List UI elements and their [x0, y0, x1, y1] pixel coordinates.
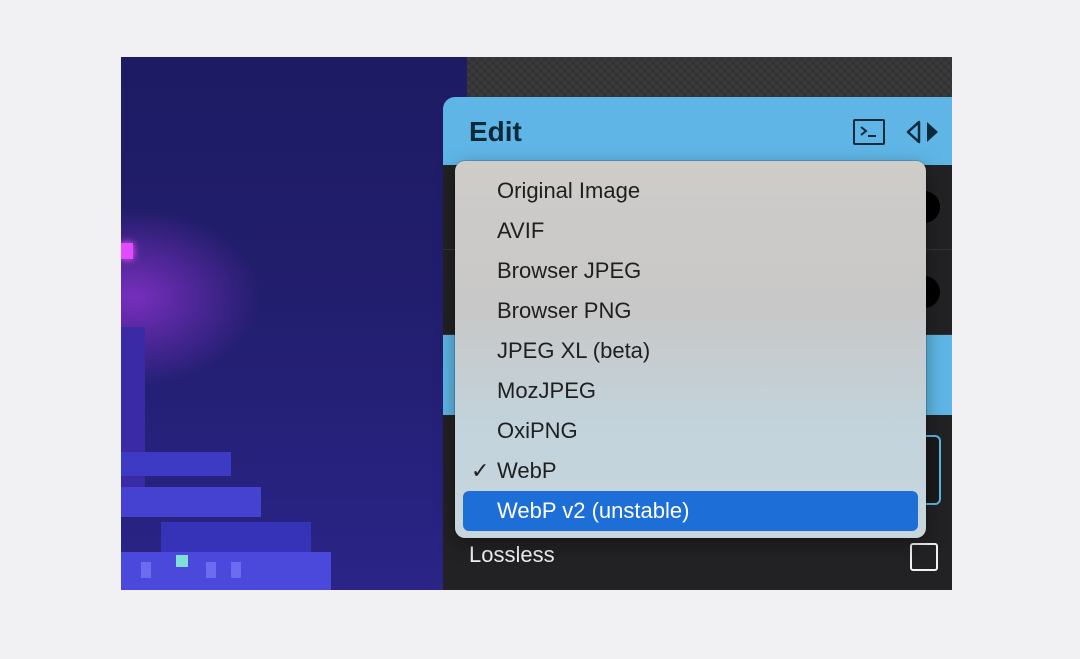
menu-item-label: WebP v2 (unstable)	[497, 498, 690, 523]
menu-item-label: MozJPEG	[497, 378, 597, 403]
checkmark-icon: ✓	[471, 458, 490, 483]
voxel-figure	[176, 555, 188, 567]
compare-arrows-icon[interactable]	[905, 119, 941, 145]
menu-item-label: AVIF	[497, 218, 545, 243]
format-dropdown-menu: Original Image AVIF Browser JPEG Browser…	[455, 161, 926, 538]
menu-item-browser-jpeg[interactable]: Browser JPEG	[463, 251, 918, 291]
voxel-ledge	[121, 452, 231, 476]
menu-item-label: WebP	[497, 458, 557, 483]
voxel-tile	[141, 562, 151, 578]
menu-item-label: Original Image	[497, 178, 641, 203]
menu-item-label: Browser JPEG	[497, 258, 642, 283]
panel-title: Edit	[469, 116, 522, 147]
lossless-checkbox[interactable]	[910, 543, 938, 571]
menu-item-original-image[interactable]: Original Image	[463, 171, 918, 211]
menu-item-webp[interactable]: ✓ WebP	[463, 451, 918, 491]
image-preview[interactable]	[121, 57, 467, 590]
menu-item-avif[interactable]: AVIF	[463, 211, 918, 251]
menu-item-oxipng[interactable]: OxiPNG	[463, 411, 918, 451]
menu-item-browser-png[interactable]: Browser PNG	[463, 291, 918, 331]
menu-item-label: JPEG XL (beta)	[497, 338, 651, 363]
voxel-tile	[206, 562, 216, 578]
terminal-icon[interactable]	[853, 119, 885, 145]
lossless-label: Lossless	[469, 542, 555, 567]
pink-light	[121, 243, 133, 259]
voxel-block	[121, 552, 331, 590]
voxel-block	[121, 487, 261, 517]
menu-item-label: Browser PNG	[497, 298, 632, 323]
edit-panel-header: Edit	[443, 97, 952, 165]
voxel-tile	[231, 562, 241, 578]
voxel-block	[161, 522, 311, 552]
menu-item-webp-v2[interactable]: WebP v2 (unstable)	[463, 491, 918, 531]
menu-item-jpeg-xl[interactable]: JPEG XL (beta)	[463, 331, 918, 371]
menu-item-label: OxiPNG	[497, 418, 578, 443]
menu-item-mozjpeg[interactable]: MozJPEG	[463, 371, 918, 411]
